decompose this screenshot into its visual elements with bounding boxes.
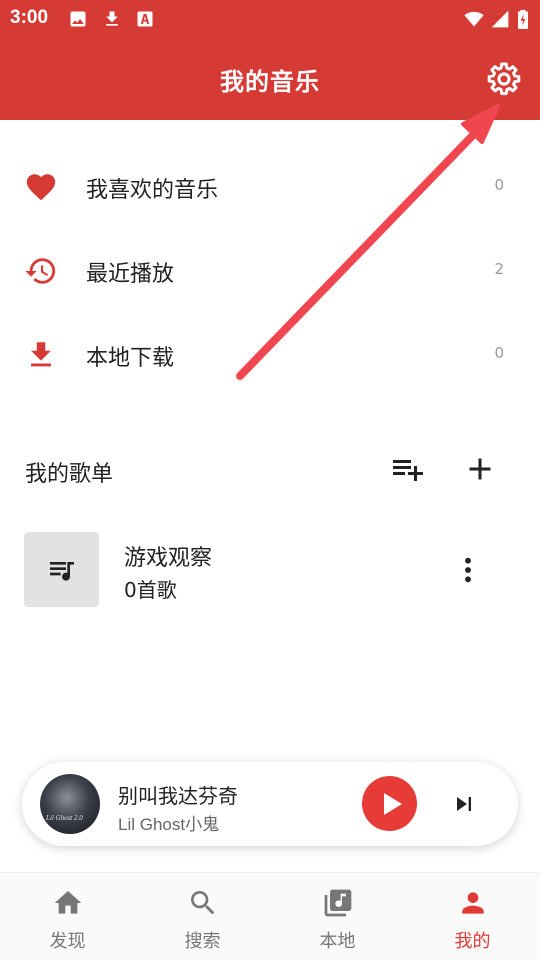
wifi-icon — [464, 11, 484, 27]
app-bar: 我的音乐 — [0, 38, 540, 120]
now-playing-title: 别叫我达芬奇 — [118, 784, 238, 808]
text-icon — [137, 11, 153, 27]
home-icon — [54, 891, 82, 914]
playlist-cover — [24, 532, 99, 607]
playlist-name: 游戏观察 — [124, 546, 213, 571]
music-library-icon — [324, 889, 352, 917]
search-icon — [191, 891, 215, 915]
album-art: Lil Ghost 2.0 — [40, 774, 100, 834]
signal-icon — [491, 10, 509, 28]
queue-music-icon — [50, 562, 74, 581]
playlist-add-icon[interactable] — [390, 451, 426, 487]
plus-icon[interactable] — [462, 451, 498, 487]
skip-next-icon[interactable] — [450, 790, 478, 818]
now-playing-artist: Lil Ghost小鬼 — [118, 815, 220, 834]
mini-player[interactable]: Lil Ghost 2.0 别叫我达芬奇 Lil Ghost小鬼 — [22, 762, 518, 846]
tab-local[interactable]: 本地 — [270, 873, 405, 960]
tab-search[interactable]: 搜索 — [135, 873, 270, 960]
library-row-count: 0 — [494, 344, 504, 362]
heart-icon — [26, 174, 56, 201]
status-bar: 3:00 — [0, 0, 540, 38]
page-title: 我的音乐 — [220, 68, 320, 96]
library-row-downloads[interactable]: 本地下载 0 — [0, 312, 540, 396]
library-row-count: 0 — [494, 176, 504, 194]
status-time: 3:00 — [10, 7, 49, 28]
library-row-favorites[interactable]: 我喜欢的音乐 0 — [0, 144, 540, 228]
tab-label: 本地 — [319, 931, 356, 952]
play-icon — [384, 793, 402, 815]
history-icon — [25, 258, 56, 284]
tab-label: 发现 — [49, 931, 86, 952]
tab-label: 搜索 — [184, 931, 221, 952]
play-button[interactable] — [362, 776, 417, 831]
battery-charging-icon — [518, 9, 528, 29]
tab-label: 我的 — [454, 931, 491, 952]
playlists-section-title: 我的歌单 — [25, 462, 114, 487]
album-art-text: Lil Ghost 2.0 — [46, 814, 83, 822]
playlist-song-count: 0首歌 — [124, 578, 177, 602]
playlist-item[interactable]: 游戏观察 0首歌 — [0, 524, 540, 616]
library-row-label: 最近播放 — [86, 262, 175, 287]
library-row-recent[interactable]: 最近播放 2 — [0, 228, 540, 312]
download-icon — [106, 11, 118, 26]
library-row-label: 本地下载 — [86, 346, 175, 371]
gear-icon[interactable] — [485, 60, 523, 98]
library-row-label: 我喜欢的音乐 — [86, 178, 219, 203]
library-row-count: 2 — [494, 260, 504, 278]
bottom-nav: 发现 搜索 本地 我的 — [0, 872, 540, 960]
person-icon — [462, 892, 484, 914]
image-icon — [70, 11, 86, 27]
tab-discover[interactable]: 发现 — [0, 873, 135, 960]
more-vert-icon[interactable] — [452, 552, 484, 588]
download-icon — [31, 342, 51, 367]
tab-mine[interactable]: 我的 — [405, 873, 540, 960]
